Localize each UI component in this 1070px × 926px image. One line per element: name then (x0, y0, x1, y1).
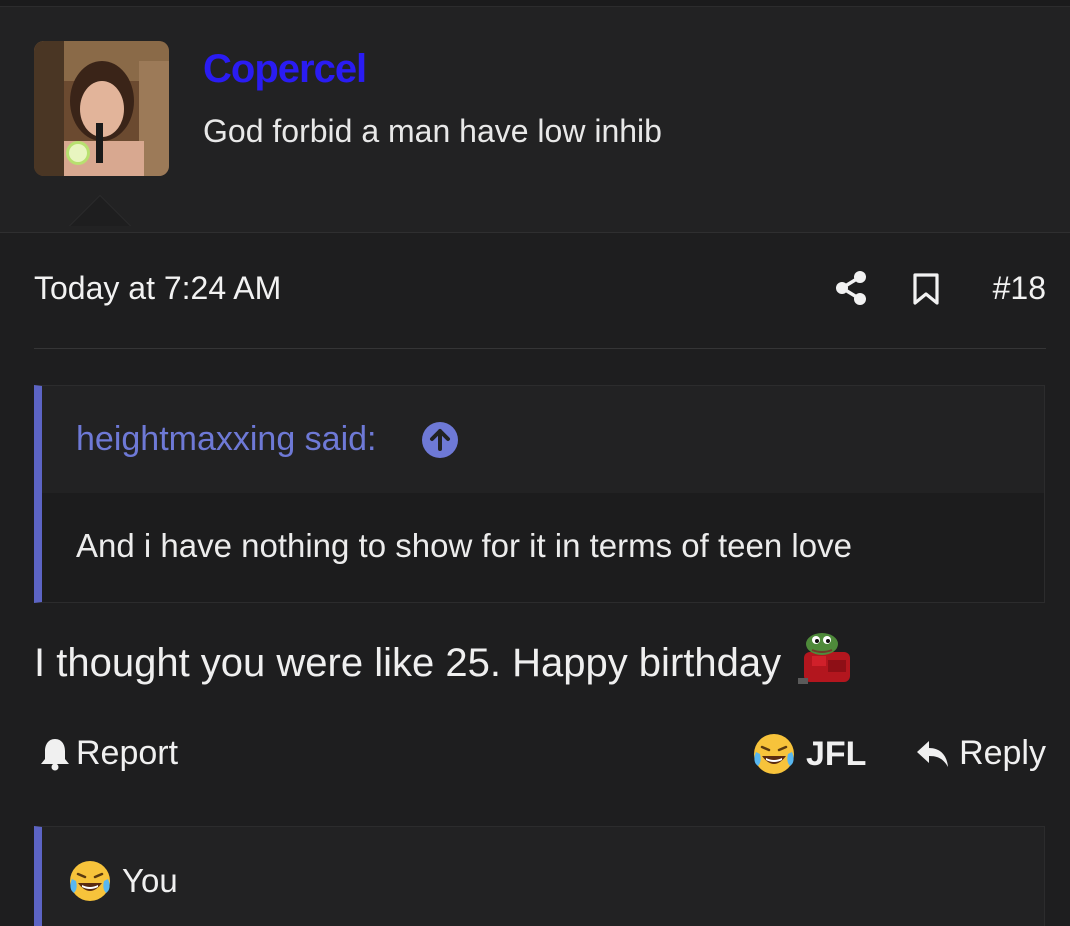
reactions-summary: You (68, 859, 178, 903)
bookmark-icon[interactable] (910, 272, 942, 306)
meta-divider (34, 348, 1046, 349)
quote-author[interactable]: heightmaxxing said: (76, 420, 377, 459)
top-divider (0, 0, 1070, 7)
header-caret (70, 196, 130, 226)
reaction-jfl-button[interactable]: JFL (752, 732, 866, 776)
user-avatar[interactable] (34, 41, 169, 176)
quote-text: And i have nothing to show for it in ter… (76, 527, 852, 564)
post-actions: Report JFL Reply (34, 728, 1046, 784)
laughing-crying-emoji (754, 734, 794, 774)
report-label: Report (76, 734, 179, 772)
post-body: I thought you were like 25. Happy birthd… (34, 630, 854, 686)
reply-label: Reply (959, 734, 1046, 772)
reaction-label: JFL (806, 734, 867, 773)
report-button[interactable]: Report (40, 734, 178, 773)
post-date[interactable]: Today at 7:24 AM (34, 270, 281, 307)
reply-arrow-icon (917, 740, 949, 767)
reactions-bar[interactable]: You (34, 826, 1045, 926)
reactions-label[interactable]: You (122, 862, 178, 900)
laughing-crying-emoji (70, 861, 110, 901)
arrow-up-circle-icon[interactable] (422, 422, 458, 458)
share-icon[interactable] (834, 270, 868, 306)
post-user-header: Copercel God forbid a man have low inhib (0, 7, 1070, 233)
user-title: God forbid a man have low inhib (203, 113, 662, 149)
username[interactable]: Copercel (203, 47, 367, 92)
quote-header: heightmaxxing said: (42, 386, 1044, 493)
post-body-text: I thought you were like 25. Happy birthd… (34, 641, 782, 685)
bell-icon (41, 738, 69, 770)
quote-block: heightmaxxing said: And i have nothing t… (34, 385, 1045, 603)
quote-body: And i have nothing to show for it in ter… (42, 493, 1044, 602)
avatar-photo (34, 41, 169, 176)
post-meta: Today at 7:24 AM #18 (34, 262, 1046, 318)
pepe-emoji (798, 630, 854, 684)
post-number[interactable]: #18 (993, 270, 1046, 307)
reply-button[interactable]: Reply (915, 734, 1046, 773)
